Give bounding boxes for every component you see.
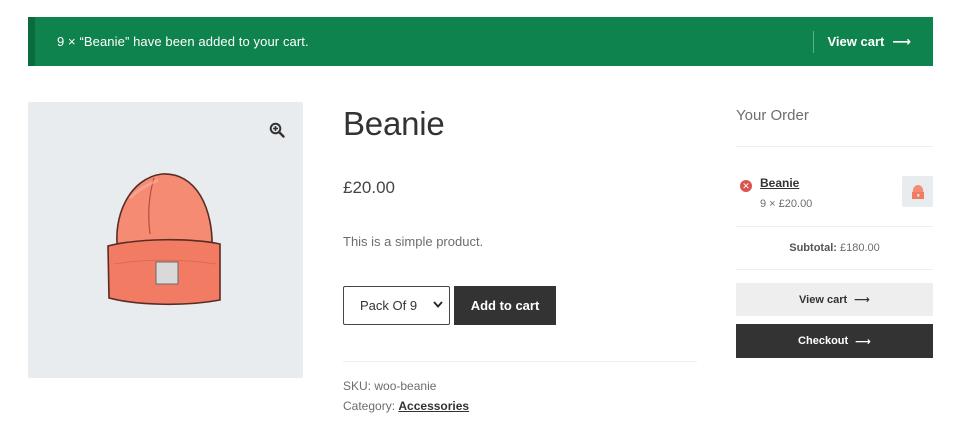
mini-cart-title: Your Order [736, 107, 809, 124]
mini-cart-divider [736, 146, 933, 147]
variation-selected-value: Pack Of 9 [360, 298, 418, 313]
subtotal-label: Subtotal: [789, 242, 837, 254]
subtotal-value: £180.00 [839, 242, 880, 254]
product-title: Beanie [343, 105, 445, 142]
mini-cart-item-qty: 9 × £20.00 [760, 198, 813, 210]
variation-select[interactable]: Pack Of 9 [343, 286, 450, 325]
mini-cart-item: ✕ Beanie 9 × £20.00 [736, 176, 933, 216]
product-description: This is a simple product. [343, 234, 484, 249]
product-price: £20.00 [343, 178, 395, 197]
chevron-down-icon [433, 300, 443, 311]
notice-view-cart-label: View cart [827, 34, 885, 49]
sku-line: SKU: woo-beanie [343, 376, 469, 396]
cart-notice-bar: 9 × “Beanie” have been added to your car… [28, 17, 933, 66]
notice-message: 9 × “Beanie” have been added to your car… [57, 34, 309, 49]
category-line: Category: Accessories [343, 396, 469, 416]
checkout-button[interactable]: Checkout ⟶ [736, 324, 933, 358]
arrow-right-icon: ⟶ [892, 33, 911, 49]
beanie-thumbnail[interactable] [902, 176, 933, 207]
category-label: Category: [343, 399, 396, 413]
arrow-right-icon: ⟶ [855, 335, 871, 348]
mini-cart-divider [736, 226, 933, 227]
category-link[interactable]: Accessories [398, 399, 469, 413]
mini-cart: Your Order ✕ Beanie 9 × £20.00 Subtotal:… [736, 102, 933, 358]
product-summary: Beanie £20.00 This is a simple product. … [343, 102, 697, 413]
product-meta: SKU: woo-beanie Category: Accessories [343, 376, 469, 416]
arrow-right-icon: ⟶ [854, 294, 870, 306]
mini-cart-subtotal: Subtotal: £180.00 [736, 242, 933, 254]
zoom-in-icon[interactable] [265, 118, 289, 142]
mini-cart-item-name[interactable]: Beanie [760, 176, 799, 190]
summary-divider [343, 361, 697, 362]
view-cart-button[interactable]: View cart ⟶ [736, 283, 933, 316]
sku-label: SKU: [343, 379, 372, 393]
sku-value: woo-beanie [374, 379, 437, 393]
notice-view-cart-link[interactable]: View cart ⟶ [812, 30, 934, 53]
add-to-cart-form: Pack Of 9 Add to cart [343, 286, 556, 325]
mini-cart-divider [736, 269, 933, 270]
beanie-image [100, 168, 228, 319]
checkout-label: Checkout [798, 335, 849, 347]
view-cart-label: View cart [799, 293, 848, 306]
remove-icon[interactable]: ✕ [740, 180, 752, 192]
add-to-cart-button[interactable]: Add to cart [454, 286, 556, 325]
product-gallery [28, 102, 303, 378]
